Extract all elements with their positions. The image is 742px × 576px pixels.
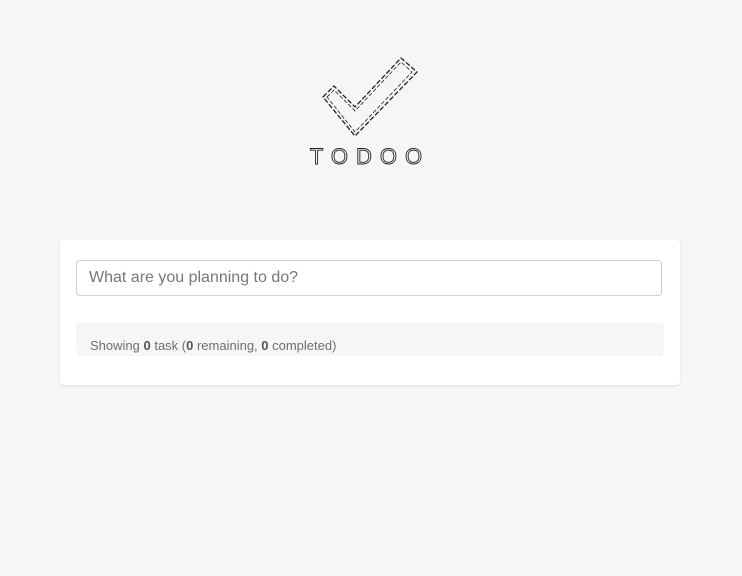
app-logo: TODOO	[300, 50, 440, 175]
task-summary-bar: Showing 0 task (0 remaining, 0 completed…	[76, 323, 664, 353]
total-count: 0	[143, 338, 151, 353]
summary-total-label: task (	[150, 338, 187, 353]
summary-remaining-label: remaining,	[193, 338, 262, 353]
logo-text: TODOO	[310, 144, 430, 169]
task-summary-text: Showing 0 task (0 remaining, 0 completed…	[90, 338, 336, 353]
summary-prefix: Showing	[90, 338, 144, 353]
todo-app: TODOO Showing 0 task (0 remaining, 0 com…	[0, 0, 742, 576]
summary-completed-label: completed)	[268, 338, 337, 353]
new-task-input[interactable]	[76, 260, 662, 296]
todo-card: Showing 0 task (0 remaining, 0 completed…	[60, 240, 680, 385]
checkmark-icon: TODOO	[309, 57, 430, 169]
completed-count: 0	[261, 338, 269, 353]
